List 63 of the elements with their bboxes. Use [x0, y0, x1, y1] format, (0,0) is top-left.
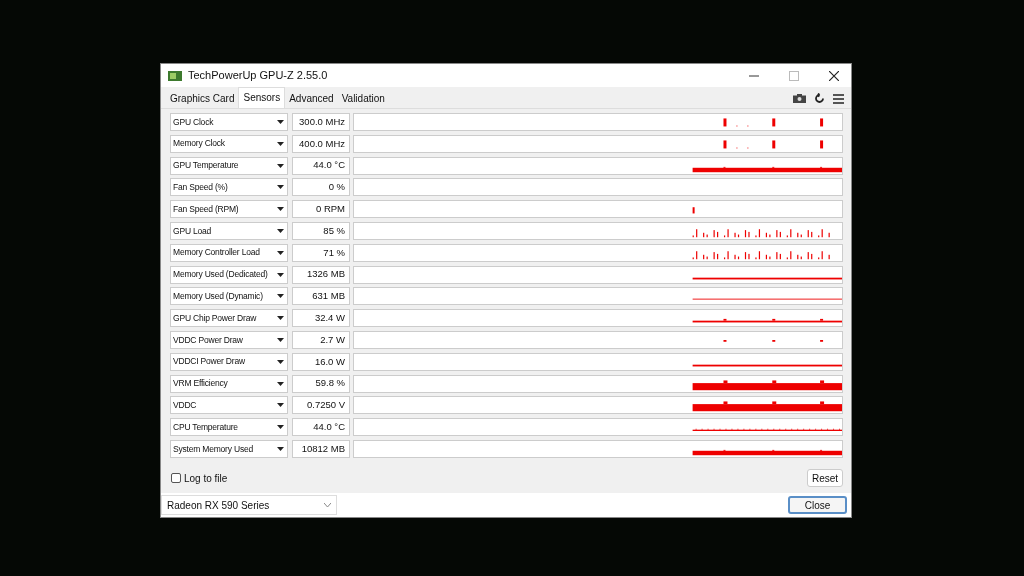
reset-button[interactable]: Reset [807, 469, 843, 487]
sensor-dropdown[interactable]: VDDCI Power Draw [170, 352, 288, 371]
sensor-dropdown[interactable]: Memory Used (Dedicated) [170, 265, 288, 284]
caret-icon [277, 425, 284, 430]
tab[interactable]: Graphics Card [166, 91, 239, 108]
caret-icon [277, 229, 284, 233]
caret-icon [277, 446, 284, 451]
sensor-value: 44.0 °C [292, 156, 350, 175]
caret-icon [277, 294, 284, 299]
menu-icon[interactable] [833, 93, 844, 104]
log-to-file-checkbox[interactable]: Log to file [171, 470, 228, 486]
caret-icon [277, 163, 284, 168]
tab[interactable]: Validation [337, 91, 389, 108]
close-icon[interactable] [829, 70, 839, 81]
sensor-value: 631 MB [292, 287, 350, 306]
sensor-dropdown[interactable]: Fan Speed (RPM) [170, 200, 288, 219]
sensor-dropdown[interactable]: VDDC Power Draw [170, 330, 288, 349]
close-button[interactable]: Close [788, 496, 847, 514]
sensor-dropdown[interactable]: Memory Controller Load [170, 243, 288, 262]
caret-icon [277, 120, 284, 124]
sensor-value: 10812 MB [292, 439, 350, 458]
caret-icon [277, 403, 284, 408]
caret-icon [277, 272, 284, 277]
sensor-value: 0.7250 V [292, 396, 350, 415]
sensor-value: 300.0 MHz [292, 113, 350, 131]
sensor-value: 16.0 W [292, 352, 350, 371]
sensor-value: 85 % [292, 222, 350, 240]
caret-icon [277, 381, 284, 386]
caret-icon [277, 141, 284, 146]
tab[interactable]: Advanced [285, 91, 338, 108]
sensor-dropdown[interactable]: Memory Used (Dynamic) [170, 287, 288, 306]
sensor-value: 2.7 W [292, 330, 350, 349]
caret-icon [277, 337, 284, 342]
sensor-dropdown[interactable]: GPU Clock [170, 113, 288, 131]
caret-icon [277, 185, 284, 190]
refresh-icon[interactable] [814, 93, 825, 104]
sensor-dropdown[interactable]: GPU Load [170, 222, 288, 240]
tab[interactable]: Sensors [238, 87, 286, 108]
sensor-value: 59.8 % [292, 374, 350, 393]
sensor-value: 32.4 W [292, 309, 350, 328]
sensor-dropdown[interactable]: VDDC [170, 396, 288, 415]
sensor-dropdown[interactable]: System Memory Used [170, 439, 288, 458]
sensor-dropdown[interactable]: CPU Temperature [170, 418, 288, 437]
sensor-dropdown[interactable]: GPU Chip Power Draw [170, 309, 288, 328]
sensor-value: 44.0 °C [292, 418, 350, 437]
window-title: TechPowerUp GPU-Z 2.55.0 [188, 68, 328, 84]
sensor-value: 0 % [292, 178, 350, 197]
chevron-down-icon [324, 503, 331, 507]
device-dropdown[interactable]: Radeon RX 590 Series [161, 495, 337, 515]
sensor-dropdown[interactable]: Memory Clock [170, 134, 288, 153]
camera-icon[interactable] [793, 94, 806, 103]
sensor-dropdown[interactable]: GPU Temperature [170, 156, 288, 175]
sensor-value: 0 RPM [292, 200, 350, 219]
sensor-dropdown[interactable]: VRM Efficiency [170, 374, 288, 393]
sensor-value: 1326 MB [292, 265, 350, 284]
caret-icon [277, 250, 284, 255]
sensor-value: 71 % [292, 243, 350, 262]
caret-icon [277, 316, 284, 321]
caret-icon [277, 359, 284, 364]
gpu-card-icon [168, 70, 182, 81]
sensor-value: 400.0 MHz [292, 134, 350, 153]
sensor-dropdown[interactable]: Fan Speed (%) [170, 178, 288, 197]
caret-icon [277, 207, 284, 212]
